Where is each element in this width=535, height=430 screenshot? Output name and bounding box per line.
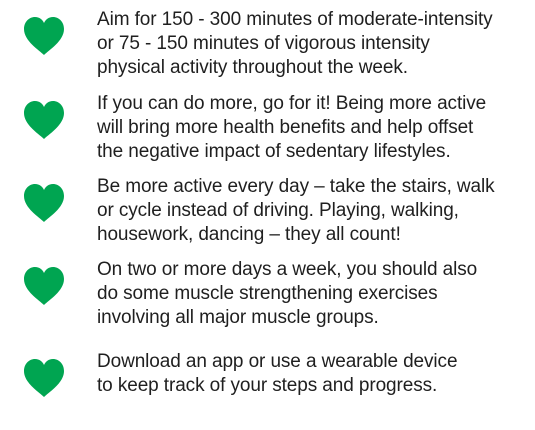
heart-icon bbox=[22, 100, 66, 140]
list-item: Download an app or use a wearable device… bbox=[0, 350, 535, 430]
heart-icon bbox=[22, 16, 66, 56]
heart-icon bbox=[22, 183, 66, 223]
list-item: Aim for 150 - 300 minutes of moderate-in… bbox=[0, 8, 535, 88]
heart-icon bbox=[22, 266, 66, 306]
tip-text: Be more active every day – take the stai… bbox=[97, 176, 495, 245]
tip-text: Aim for 150 - 300 minutes of moderate-in… bbox=[97, 9, 493, 78]
tip-text: On two or more days a week, you should a… bbox=[97, 259, 478, 328]
heart-icon bbox=[22, 358, 66, 398]
activity-tips-list: Aim for 150 - 300 minutes of moderate-in… bbox=[0, 0, 535, 425]
list-item: If you can do more, go for it! Being mor… bbox=[0, 92, 535, 172]
tip-text: If you can do more, go for it! Being mor… bbox=[97, 93, 487, 162]
list-item: On two or more days a week, you should a… bbox=[0, 258, 535, 338]
tip-text: Download an app or use a wearable device… bbox=[97, 351, 458, 396]
list-item: Be more active every day – take the stai… bbox=[0, 175, 535, 255]
